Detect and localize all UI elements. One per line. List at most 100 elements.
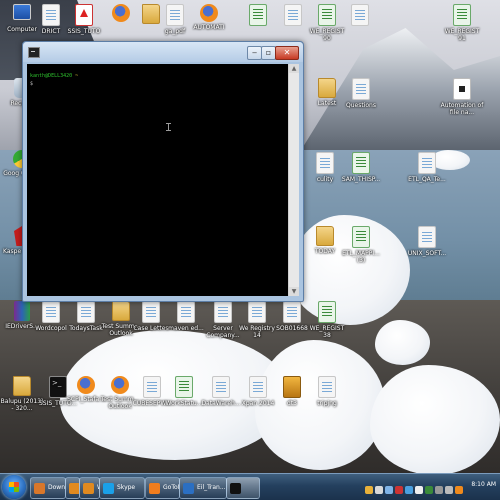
folder-icon	[318, 78, 336, 98]
tray-icon[interactable]	[445, 486, 453, 494]
tray-icon[interactable]	[415, 486, 423, 494]
desktop-icon[interactable]: UNIX_SOFT...	[405, 226, 449, 257]
firefox-icon	[77, 376, 95, 394]
auto-icon	[453, 78, 471, 100]
desktop-icon[interactable]: ETL_QA_Te...	[405, 152, 449, 183]
taskbar-button[interactable]: Web St...	[79, 477, 100, 499]
taskbar: Downlo... Web St... Skype GoToMe... Eil_Tran…	[0, 473, 500, 500]
tray-icon[interactable]	[365, 486, 373, 494]
desktop-icon[interactable]	[338, 4, 382, 28]
gold-icon	[283, 376, 301, 398]
terminal-app-icon	[28, 47, 40, 58]
doc-icon	[284, 4, 302, 26]
tray-icon[interactable]	[395, 486, 403, 494]
desktop-icon-label: AUTOMATI	[193, 24, 225, 31]
desktop-icon[interactable]: AUTOMATI	[187, 4, 231, 31]
firefox-icon	[200, 4, 218, 22]
system-tray	[364, 479, 464, 495]
taskbar-app-icon	[149, 482, 160, 494]
tray-icon[interactable]	[405, 486, 413, 494]
close-button[interactable]: ✕	[275, 46, 299, 60]
doc-icon	[42, 301, 60, 323]
desktop-icon-label: WE_REGIST 38	[309, 325, 345, 339]
windows-logo-icon	[9, 482, 19, 492]
xls-icon	[318, 301, 336, 323]
doc-icon	[77, 301, 95, 323]
pdf-icon	[75, 4, 93, 26]
doc-icon	[143, 376, 161, 398]
taskbar-button[interactable]: Downlo...	[30, 477, 66, 499]
desktop-icon[interactable]: WE_REGIST 38	[305, 301, 349, 339]
doc-icon	[316, 152, 334, 174]
taskbar-app-icon	[183, 482, 194, 494]
doc-icon	[166, 4, 184, 26]
scroll-down-arrow-icon[interactable]: ▼	[289, 287, 299, 296]
tray-icon[interactable]	[455, 486, 463, 494]
desktop-icon[interactable]: SAM_THISP...	[339, 152, 383, 183]
desktop-icon-label: Automation of file na...	[440, 102, 484, 116]
taskbar-button-label: Skype	[117, 484, 136, 491]
taskbar-app-icon	[230, 482, 241, 494]
desktop-icon-label: ETL_QA_Te...	[408, 176, 446, 183]
winrar-icon	[14, 301, 30, 321]
desktop-icon-label: UNIX_SOFT...	[407, 250, 447, 257]
taskbar-button[interactable]	[65, 477, 80, 499]
desktop-icon-label: SSIS_TUTO	[67, 28, 101, 35]
text-cursor-icon	[166, 123, 171, 131]
minimize-button[interactable]: ‒	[247, 46, 262, 60]
doc-icon	[42, 4, 60, 26]
desktop-icon[interactable]: Questions	[339, 78, 383, 109]
prompt-path: ~	[75, 73, 79, 79]
doc-icon	[418, 152, 436, 174]
tray-icon[interactable]	[375, 486, 383, 494]
xls-icon	[352, 226, 370, 248]
prompt-line: kanth@DELL3420 ~	[30, 73, 78, 79]
taskbar-button[interactable]: Skype	[99, 477, 145, 499]
doc-icon	[142, 301, 160, 323]
taskbar-button-label: GoToMe...	[163, 484, 179, 491]
start-button[interactable]	[2, 475, 26, 499]
doc-icon	[318, 376, 336, 398]
firefox-icon	[112, 4, 130, 22]
terminal-titlebar[interactable]: ‒ ▫ ✕	[23, 42, 303, 62]
scroll-up-arrow-icon[interactable]: ▲	[289, 64, 299, 73]
doc-icon	[418, 226, 436, 248]
tray-icon[interactable]	[385, 486, 393, 494]
taskbar-button[interactable]: Eil_Tran...	[179, 477, 227, 499]
wallpaper-ice-4	[370, 365, 500, 475]
xls-icon	[453, 4, 471, 26]
doc-icon	[248, 301, 266, 323]
taskbar-clock[interactable]: 8:10 AM	[471, 481, 496, 488]
terminal-console[interactable]: kanth@DELL3420 ~ $	[27, 64, 289, 296]
wallpaper-ice-5	[375, 320, 430, 365]
taskbar-app-icon	[103, 482, 114, 494]
desktop-icon[interactable]: Automation of file na...	[440, 78, 484, 116]
doc-icon	[352, 78, 370, 100]
firefox-icon	[111, 376, 129, 394]
taskbar-button-label: Eil_Tran...	[197, 484, 226, 491]
folder-icon	[13, 376, 31, 396]
xls-icon	[249, 4, 267, 26]
doc-icon	[212, 376, 230, 398]
terminal-window[interactable]: ‒ ▫ ✕ kanth@DELL3420 ~ $ ▲ ▼	[22, 41, 304, 302]
tray-icon[interactable]	[425, 486, 433, 494]
desktop-icon[interactable]: ETL_MAPPI... (3)	[339, 226, 383, 264]
desktop-icon-label: tripjng	[317, 400, 337, 407]
desktop-icon-label: WE_REGIST 90	[309, 28, 345, 42]
taskbar-button[interactable]	[226, 477, 260, 499]
maximize-button[interactable]: ▫	[261, 46, 276, 60]
terminal-scrollbar[interactable]: ▲ ▼	[288, 64, 299, 296]
desktop-icon-label: Questions	[346, 102, 376, 109]
doc-icon	[351, 4, 369, 26]
folder-icon	[316, 226, 334, 246]
desktop-icon[interactable]: tripjng	[305, 376, 349, 407]
desktop-icon[interactable]: WE_REGIST 91	[440, 4, 484, 42]
desktop-icon-label: SAM_THISP...	[341, 176, 381, 183]
tray-icon[interactable]	[435, 486, 443, 494]
prompt-symbol: $	[30, 81, 34, 87]
desktop-icon-label: WE_REGIST 91	[444, 28, 480, 42]
doc-icon	[214, 301, 232, 323]
taskbar-button[interactable]: GoToMe...	[145, 477, 180, 499]
folder-icon	[112, 301, 130, 321]
doc-icon	[249, 376, 267, 398]
